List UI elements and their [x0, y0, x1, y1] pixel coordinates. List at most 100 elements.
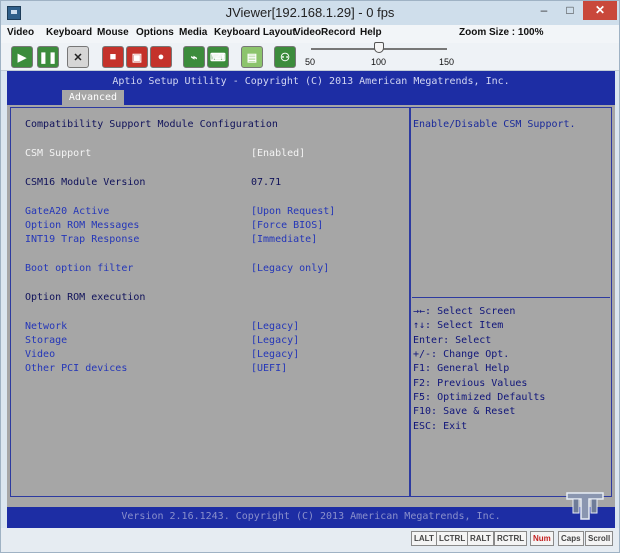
pause-button[interactable]: ❚❚	[37, 46, 59, 68]
key-indicator-scroll[interactable]: Scroll	[585, 531, 614, 546]
key-help-esc: ESC: Exit	[413, 421, 468, 432]
menu-help[interactable]: Help	[360, 27, 382, 38]
subsection-title: Option ROM execution	[25, 292, 146, 303]
menu-options[interactable]: Options	[136, 27, 174, 38]
setting-row-video[interactable]: Video [Legacy]	[25, 349, 405, 363]
setting-label: CSM16 Module Version	[25, 177, 146, 188]
key-indicator-num[interactable]: Num	[530, 531, 554, 546]
help-panel	[410, 107, 612, 497]
setting-label: INT19 Trap Response	[25, 234, 140, 245]
setting-label: CSM Support	[25, 148, 92, 159]
menu-media[interactable]: Media	[179, 27, 207, 38]
close-button[interactable]: ✕	[583, 1, 617, 20]
menu-keyboard[interactable]: Keyboard	[46, 27, 92, 38]
users-button[interactable]: ⚇	[274, 46, 296, 68]
key-indicator-rctrl[interactable]: RCTRL	[494, 531, 528, 546]
setting-value[interactable]: [Force BIOS]	[251, 220, 323, 231]
slider-tick-100: 100	[371, 57, 387, 67]
key-help-select-item: ↑↓: Select Item	[413, 320, 504, 331]
menu-keyboard-layout[interactable]: Keyboard Layout	[214, 27, 296, 38]
save-button[interactable]: ▣	[126, 46, 148, 68]
soft-keyboard-button[interactable]: ⌨	[207, 46, 229, 68]
setting-value[interactable]: [Legacy]	[251, 349, 299, 360]
section-title-row: Compatibility Support Module Configurati…	[25, 119, 405, 133]
pause-icon: ❚❚	[38, 51, 58, 64]
setting-row-network[interactable]: Network [Legacy]	[25, 321, 405, 335]
setting-row-other-pci[interactable]: Other PCI devices [UEFI]	[25, 363, 405, 377]
media-icon: ▤	[246, 51, 258, 64]
key-indicator-ralt[interactable]: RALT	[467, 531, 494, 546]
setting-row-csm-support[interactable]: CSM Support [Enabled]	[25, 148, 405, 162]
setting-label: Network	[25, 321, 68, 332]
help-description: Enable/Disable CSM Support.	[413, 119, 576, 130]
bios-screen[interactable]: Aptio Setup Utility - Copyright (C) 2013…	[7, 71, 615, 528]
tab-advanced[interactable]: Advanced	[62, 90, 124, 105]
bios-footer: Version 2.16.1243. Copyright (C) 2013 Am…	[7, 507, 615, 528]
maximize-button[interactable]: □	[557, 1, 583, 20]
key-help-f1: F1: General Help	[413, 363, 510, 374]
setting-value[interactable]: [Enabled]	[251, 148, 305, 159]
mouse-icon: ⌁	[190, 51, 198, 64]
keyboard-icon: ⌨	[210, 51, 226, 64]
media-button[interactable]: ▤	[241, 46, 263, 68]
key-help-f10: F10: Save & Reset	[413, 406, 516, 417]
key-help-change-opt: +/-: Change Opt.	[413, 349, 510, 360]
key-indicator-caps[interactable]: Caps	[558, 531, 584, 546]
setting-value[interactable]: [Immediate]	[251, 234, 317, 245]
users-icon: ⚇	[280, 51, 290, 64]
minimize-button[interactable]: –	[531, 1, 557, 20]
setting-label: GateA20 Active	[25, 206, 110, 217]
tt-logo	[566, 492, 604, 520]
window-title: JViewer[192.168.1.29] - 0 fps	[225, 5, 395, 20]
save-icon: ▣	[131, 51, 143, 64]
mouse-sync-button[interactable]: ⌁	[183, 46, 205, 68]
subsection-option-rom-execution: Option ROM execution	[25, 292, 405, 306]
play-button[interactable]: ▶	[11, 46, 33, 68]
record-icon: ●	[157, 51, 165, 63]
key-help-select-screen: →←: Select Screen	[413, 306, 516, 317]
setting-label: Other PCI devices	[25, 363, 128, 374]
key-indicator-lalt[interactable]: LALT	[411, 531, 437, 546]
setting-value: 07.71	[251, 177, 282, 188]
setting-row-gatea20[interactable]: GateA20 Active [Upon Request]	[25, 206, 405, 220]
setting-row-option-rom-messages[interactable]: Option ROM Messages [Force BIOS]	[25, 220, 405, 234]
setting-value[interactable]: [Legacy only]	[251, 263, 329, 274]
status-bar: LALT LCTRL RALT RCTRL Num Caps Scroll	[1, 528, 619, 552]
key-help-f5: F5: Optimized Defaults	[413, 392, 546, 403]
setting-row-csm16-version: CSM16 Module Version 07.71	[25, 177, 405, 191]
zoom-size-label: Zoom Size : 100%	[459, 27, 544, 38]
key-help-f2: F2: Previous Values	[413, 378, 528, 389]
zoom-slider-thumb[interactable]	[374, 42, 384, 53]
fullscreen-button[interactable]: ✕	[67, 46, 89, 68]
setting-label: Option ROM Messages	[25, 220, 140, 231]
menu-mouse[interactable]: Mouse	[97, 27, 129, 38]
setting-row-storage[interactable]: Storage [Legacy]	[25, 335, 405, 349]
slider-tick-50: 50	[305, 57, 316, 67]
section-title: Compatibility Support Module Configurati…	[25, 119, 278, 130]
title-bar[interactable]: JViewer[192.168.1.29] - 0 fps – □ ✕	[1, 1, 619, 25]
setting-label: Storage	[25, 335, 68, 346]
menu-videorecord[interactable]: VideoRecord	[294, 27, 356, 38]
stop-icon: ■	[109, 51, 117, 63]
setting-value[interactable]: [Legacy]	[251, 321, 299, 332]
bios-header-title: Aptio Setup Utility - Copyright (C) 2013…	[112, 76, 510, 87]
record-button[interactable]: ●	[150, 46, 172, 68]
setting-value[interactable]: [Upon Request]	[251, 206, 335, 217]
menu-bar: Video Keyboard Mouse Options Media Keybo…	[1, 25, 619, 43]
play-icon: ▶	[17, 51, 27, 64]
setting-label: Video	[25, 349, 56, 360]
stop-button[interactable]: ■	[102, 46, 124, 68]
fullscreen-icon: ✕	[73, 51, 83, 64]
jviewer-window: JViewer[192.168.1.29] - 0 fps – □ ✕ Vide…	[0, 0, 620, 553]
setting-row-int19-trap[interactable]: INT19 Trap Response [Immediate]	[25, 234, 405, 248]
bios-version-text: Version 2.16.1243. Copyright (C) 2013 Am…	[121, 511, 501, 522]
setting-row-boot-option-filter[interactable]: Boot option filter [Legacy only]	[25, 263, 405, 277]
slider-tick-150: 150	[439, 57, 455, 67]
setting-value[interactable]: [Legacy]	[251, 335, 299, 346]
bios-header: Aptio Setup Utility - Copyright (C) 2013…	[7, 71, 615, 105]
key-help-enter: Enter: Select	[413, 335, 492, 346]
key-indicator-lctrl[interactable]: LCTRL	[436, 531, 469, 546]
menu-video[interactable]: Video	[7, 27, 34, 38]
help-divider	[412, 297, 610, 298]
setting-value[interactable]: [UEFI]	[251, 363, 287, 374]
